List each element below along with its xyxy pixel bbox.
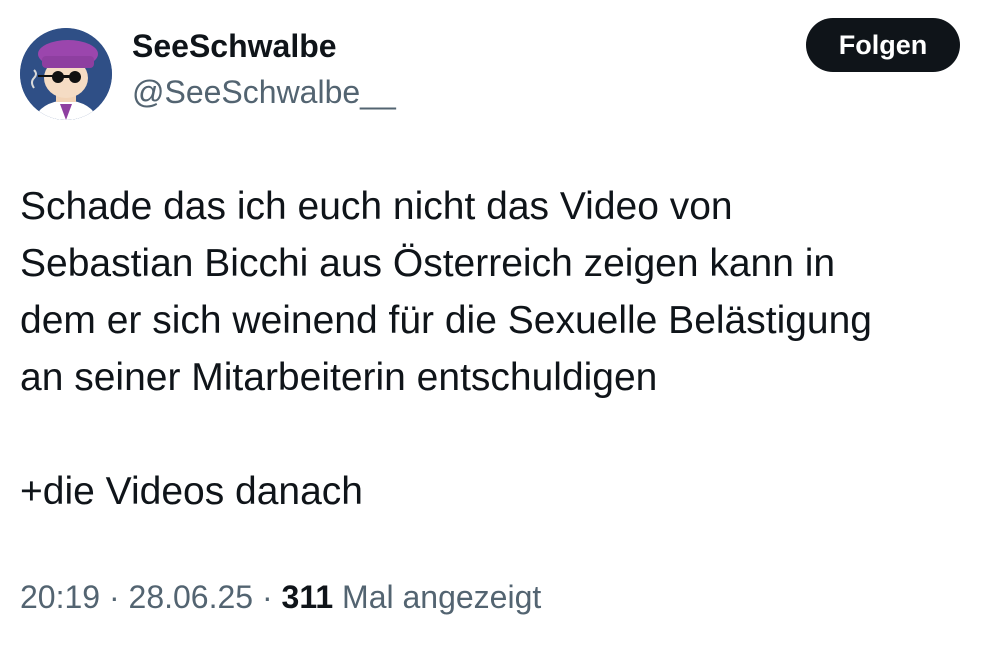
tweet-text-line: +die Videos danach — [20, 470, 363, 513]
author-avatar[interactable] — [20, 28, 112, 120]
tweet-meta: 20:19 · 28.06.25 · 311 Mal angezeigt — [20, 575, 541, 619]
tweet-text: Schade das ich euch nicht das Video von … — [20, 178, 980, 520]
tweet-date[interactable]: 28.06.25 — [129, 579, 254, 615]
avatar-illustration-icon — [20, 28, 112, 120]
follow-button[interactable]: Folgen — [806, 18, 960, 72]
views-label: Mal angezeigt — [342, 579, 542, 615]
tweet-time[interactable]: 20:19 — [20, 579, 100, 615]
author-display-name[interactable]: SeeSchwalbe — [132, 26, 337, 66]
tweet-text-line: Sebastian Bicchi aus Österreich zeigen k… — [20, 242, 836, 285]
meta-separator: · — [108, 579, 120, 615]
tweet-text-line: Schade das ich euch nicht das Video von — [20, 185, 733, 228]
meta-separator: · — [261, 579, 273, 615]
tweet-text-line: dem er sich weinend für die Sexuelle Bel… — [20, 299, 873, 342]
views-count[interactable]: 311 — [282, 579, 334, 615]
tweet-text-line: an seiner Mitarbeiterin entschuldigen — [20, 356, 658, 399]
author-handle[interactable]: @SeeSchwalbe__ — [132, 72, 396, 112]
